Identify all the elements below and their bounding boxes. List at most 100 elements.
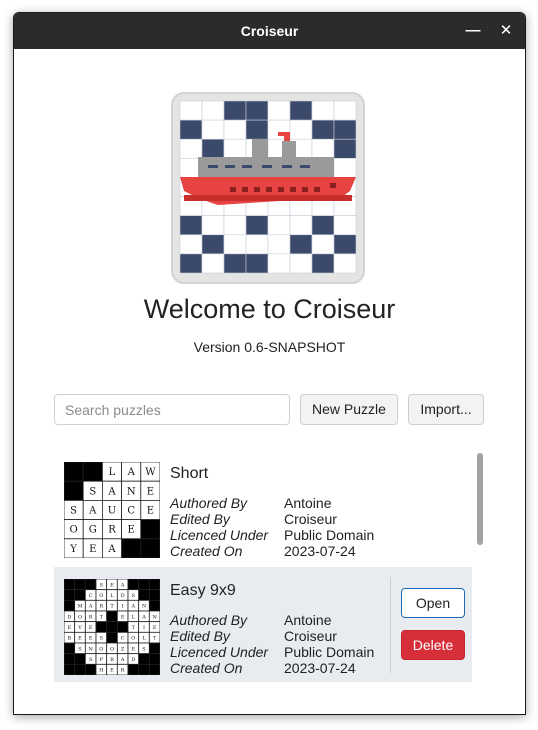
logo-grid-cell: [289, 253, 313, 274]
grid-letter: D: [131, 657, 135, 663]
grid-block-cell: [148, 589, 160, 601]
scrollbar-thumb[interactable]: [477, 453, 483, 545]
grid-letter: A: [131, 604, 136, 610]
grid-letter: E: [68, 625, 72, 631]
grid-letter: E: [78, 636, 82, 642]
version-label: Version 0.6-SNAPSHOT: [193, 339, 346, 355]
grid-letter: E: [153, 625, 157, 631]
grid-letter: R: [108, 525, 116, 536]
logo-grid-cell: [223, 215, 247, 236]
grid-letter: E: [110, 582, 114, 588]
grid-letter: E: [121, 614, 125, 620]
logo-grid-cell: [179, 100, 203, 121]
logo-grid-cell: [201, 138, 225, 159]
logo-grid-cell: [311, 100, 335, 121]
grid-block-cell: [82, 462, 103, 482]
grid-letter: E: [89, 636, 93, 642]
logo-grid-cell: [201, 100, 225, 121]
import-button[interactable]: Import...: [408, 394, 484, 425]
grid-letter: C: [89, 593, 93, 599]
puzzle-title: Short: [170, 465, 209, 482]
grid-letter: R: [99, 604, 103, 610]
grid-letter: R: [121, 668, 125, 674]
logo-grid-cell: [223, 253, 247, 274]
logo-grid-cell: [333, 119, 357, 140]
grid-letter: R: [110, 657, 114, 663]
grid-letter: A: [88, 604, 93, 610]
author-value: Antoine: [284, 495, 332, 511]
grid-letter: S: [132, 593, 136, 599]
grid-block-cell: [106, 610, 118, 623]
delete-button[interactable]: Delete: [401, 630, 465, 660]
grid-block-cell: [138, 589, 150, 601]
logo-grid-cell: [223, 234, 247, 255]
logo-grid-cell: [179, 138, 203, 159]
grid-letter: R: [89, 614, 93, 620]
author-value: Antoine: [284, 612, 332, 628]
puzzle-list[interactable]: LAWSANESAUCEOGREYEA Short Authored By Ant…: [54, 450, 485, 682]
grid-block-cell: [106, 631, 118, 644]
puzzle-grid-thumbnail: L A WS A N ES A U C EO G R EY E A: [64, 462, 160, 558]
logo-grid-cell: [267, 215, 291, 236]
puzzle-list-item[interactable]: LAWSANESAUCEOGREYEA Short Authored By Ant…: [54, 450, 472, 566]
grid-letter: A: [141, 614, 146, 620]
close-icon[interactable]: ✕: [496, 21, 516, 41]
minimize-icon[interactable]: —: [463, 21, 483, 41]
grid-block-cell: [64, 663, 76, 675]
grid-block-cell: [116, 621, 129, 633]
logo-grid-cell: [245, 253, 269, 274]
logo-grid-cell: [223, 138, 247, 159]
grid-letter: S: [89, 486, 96, 497]
grid-block-cell: [140, 538, 160, 558]
logo-grid-cell: [311, 234, 335, 255]
logo-grid-cell: [289, 119, 313, 140]
grid-block-cell: [138, 653, 150, 665]
grid-letter: A: [107, 544, 116, 555]
croiseur-logo-icon: [171, 92, 365, 284]
search-input[interactable]: [54, 394, 290, 425]
grid-letter: D: [67, 614, 71, 620]
grid-letter: H: [99, 668, 104, 674]
logo-grid-cell: [333, 215, 357, 236]
grid-letter: O: [69, 525, 77, 536]
logo-grid-cell: [245, 119, 269, 140]
new-puzzle-button[interactable]: New Puzzle: [300, 394, 398, 425]
puzzle-grid-thumbnail: S E AC O L D SM A R T I A ND O R T E L A NE V E T I EB E E S C O L TS N O…: [64, 579, 160, 675]
grid-letter: I: [122, 604, 124, 610]
grid-letter: S: [142, 646, 146, 652]
grid-letter: O: [131, 636, 135, 642]
logo-grid-cell: [267, 234, 291, 255]
licence-key: Licenced Under: [170, 644, 269, 660]
author-key: Authored By: [170, 612, 248, 628]
grid-block-cell: [64, 480, 84, 501]
puzzle-list-item-selected[interactable]: SEACOLDSMARTIANDORTELANEVETIEBEESCOLTSNO…: [54, 567, 472, 682]
logo-grid-cell: [245, 234, 269, 255]
puzzle-details: Authored By Antoine Edited By Croiseur Lic…: [170, 495, 470, 559]
grid-letter: Y: [69, 544, 77, 555]
logo-grid-cell: [333, 158, 357, 178]
logo-grid-cell: [311, 253, 335, 274]
grid-block-cell: [127, 663, 140, 675]
grid-letter: S: [70, 505, 77, 516]
open-button[interactable]: Open: [401, 588, 465, 618]
logo-grid-cell: [289, 215, 313, 236]
logo-grid-cell: [201, 234, 225, 255]
logo-grid-cell: [289, 100, 313, 121]
created-value: 2023-07-24: [284, 660, 356, 676]
grid-letter: V: [77, 625, 82, 631]
grid-letter: N: [88, 646, 93, 652]
grid-letter: U: [108, 505, 116, 516]
licence-value: Public Domain: [284, 527, 375, 543]
grid-letter: A: [120, 657, 125, 663]
window-title: Croiseur: [240, 23, 299, 39]
logo-grid-cell: [179, 215, 203, 236]
grid-block-cell: [74, 589, 86, 601]
logo-grid-cell: [201, 253, 225, 274]
licence-value: Public Domain: [284, 644, 375, 660]
grid-letter: A: [107, 486, 116, 497]
grid-letter: E: [147, 486, 154, 497]
grid-letter: W: [145, 467, 156, 478]
logo-grid-cell: [333, 138, 357, 159]
title-bar[interactable]: Croiseur — ✕: [14, 13, 525, 49]
grid-letter: C: [121, 636, 125, 642]
